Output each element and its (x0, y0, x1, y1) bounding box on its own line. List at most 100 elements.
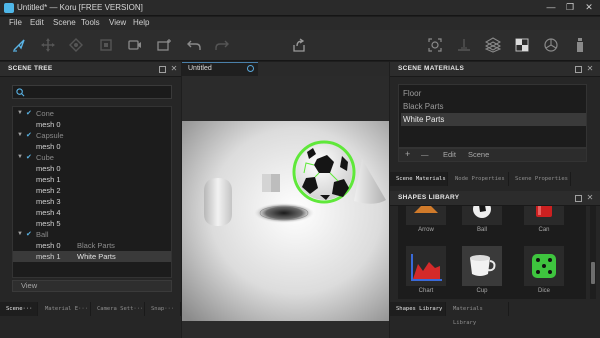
cup-thumbnail (462, 246, 502, 286)
tree-mesh[interactable]: mesh 3 (13, 196, 171, 207)
scene-materials-actions: + — Edit Scene (398, 148, 587, 162)
tree-node-ball[interactable]: ▼ ✔ Ball (13, 229, 171, 240)
menu-file[interactable]: File (9, 18, 22, 27)
float-panel-icon[interactable] (157, 64, 167, 74)
scale-icon[interactable] (98, 37, 114, 53)
tree-mesh[interactable]: mesh 1 (13, 174, 171, 185)
sphere-render-icon[interactable] (543, 37, 559, 53)
app-logo-icon (4, 3, 14, 13)
collapse-arrow-icon[interactable]: ▼ (17, 152, 23, 163)
close-panel-icon[interactable]: ✕ (169, 64, 179, 74)
collapse-arrow-icon[interactable]: ▼ (17, 229, 23, 240)
tab-camera-settings[interactable]: Camera Sett··· (91, 302, 145, 316)
scene-render (182, 121, 389, 321)
minimize-button[interactable]: — (543, 1, 559, 14)
tab-material-editor[interactable]: Material E··· (39, 302, 91, 316)
scene-tree-title: SCENE TREE (8, 65, 53, 72)
redo-icon[interactable] (214, 37, 230, 53)
add-camera-icon[interactable] (156, 37, 172, 53)
can-thumbnail (524, 206, 564, 225)
menu-scene[interactable]: Scene (53, 18, 76, 27)
view-button[interactable]: View (12, 280, 172, 292)
material-item-black-parts[interactable]: Black Parts (401, 100, 586, 113)
menu-bar: File Edit Scene Tools View Help (0, 17, 600, 30)
menu-view[interactable]: View (109, 18, 126, 27)
ball-thumbnail (462, 206, 502, 225)
scene-tree-header: SCENE TREE ✕ (0, 62, 181, 77)
bottle-icon[interactable] (572, 37, 588, 53)
arrow-thumbnail (406, 206, 446, 225)
visibility-check-icon[interactable]: ✔ (26, 130, 32, 141)
tree-mesh[interactable]: mesh 0 (13, 163, 171, 174)
select-arrow-icon[interactable] (11, 37, 27, 53)
materials-panel-tabs: Scene Materials Node Properties Scene Pr… (390, 172, 600, 186)
tab-scene[interactable]: Scene··· (0, 302, 38, 316)
edit-material-button[interactable]: Edit (443, 150, 456, 159)
tab-snap[interactable]: Snap··· (145, 302, 181, 316)
focus-icon[interactable] (427, 37, 443, 53)
tree-node-cube[interactable]: ▼ ✔ Cube (13, 152, 171, 163)
move-icon[interactable] (40, 37, 56, 53)
tree-mesh-selected[interactable]: mesh 1 White Parts (13, 251, 171, 262)
toolbar (0, 30, 600, 61)
left-panel-tabs: Scene··· Material E··· Camera Sett··· Sn… (0, 302, 181, 316)
share-icon[interactable] (291, 37, 307, 53)
tree-mesh[interactable]: mesh 2 (13, 185, 171, 196)
viewport-3d[interactable] (182, 76, 389, 338)
tab-materials-library[interactable]: Materials Library (447, 302, 509, 326)
chart-thumbnail (406, 246, 446, 286)
menu-edit[interactable]: Edit (30, 18, 44, 27)
viewport-tabbar: Untitled (182, 62, 389, 76)
tab-scene-materials[interactable]: Scene Materials (390, 172, 448, 186)
restore-button[interactable]: ❐ (562, 1, 578, 14)
tree-mesh[interactable]: mesh 0 (13, 119, 171, 130)
visibility-check-icon[interactable]: ✔ (26, 108, 32, 119)
material-item-floor[interactable]: Floor (401, 87, 586, 100)
scene-tree-search[interactable] (12, 85, 172, 99)
scene-materials-title: SCENE MATERIALS (398, 65, 465, 72)
tree-mesh[interactable]: mesh 4 (13, 207, 171, 218)
scrollbar-thumb[interactable] (591, 262, 595, 284)
checker-icon[interactable] (514, 37, 530, 53)
search-input[interactable] (27, 87, 167, 97)
rotate-icon[interactable] (68, 37, 84, 53)
add-material-button[interactable]: + (405, 149, 410, 159)
undo-icon[interactable] (186, 37, 202, 53)
search-icon (16, 88, 25, 97)
collapse-arrow-icon[interactable]: ▼ (17, 130, 23, 141)
menu-tools[interactable]: Tools (81, 18, 100, 27)
capsule-object (204, 178, 232, 226)
close-panel-icon[interactable]: ✕ (585, 64, 595, 74)
shapes-scrollbar[interactable] (590, 206, 596, 299)
cube-object (262, 174, 280, 192)
visibility-check-icon[interactable]: ✔ (26, 152, 32, 163)
viewport-options-icon[interactable] (247, 65, 254, 72)
close-button[interactable]: ✕ (581, 1, 597, 14)
float-panel-icon[interactable] (573, 64, 583, 74)
close-panel-icon[interactable]: ✕ (585, 193, 595, 203)
scene-material-button[interactable]: Scene (468, 150, 489, 159)
tab-shapes-library[interactable]: Shapes Library (390, 302, 446, 316)
remove-material-button[interactable]: — (421, 150, 429, 159)
title-bar: Untitled* — Koru [FREE VERSION] — ❐ ✕ (0, 0, 600, 16)
tab-scene-properties[interactable]: Scene Properties (509, 172, 571, 186)
ground-icon[interactable] (456, 37, 472, 53)
visibility-check-icon[interactable]: ✔ (26, 229, 32, 240)
shapes-library-header: SHAPES LIBRARY ✕ (390, 191, 600, 206)
tree-mesh[interactable]: mesh 5 (13, 218, 171, 229)
float-panel-icon[interactable] (573, 193, 583, 203)
collapse-arrow-icon[interactable]: ▼ (17, 108, 23, 119)
grid-layout-icon[interactable] (485, 37, 501, 53)
menu-help[interactable]: Help (133, 18, 149, 27)
dice-thumbnail (524, 246, 564, 286)
tree-node-capsule[interactable]: ▼ ✔ Capsule (13, 130, 171, 141)
scene-materials-header: SCENE MATERIALS ✕ (390, 62, 600, 77)
tree-mesh[interactable]: mesh 0 (13, 141, 171, 152)
tree-mesh[interactable]: mesh 0 Black Parts (13, 240, 171, 251)
tab-node-properties[interactable]: Node Properties (449, 172, 509, 186)
camera-icon[interactable] (127, 37, 143, 53)
scene-materials-list: Floor Black Parts White Parts (398, 84, 587, 148)
tree-node-cone[interactable]: ▼ ✔ Cone (13, 108, 171, 119)
material-item-white-parts[interactable]: White Parts (401, 113, 586, 126)
ball-object (292, 140, 356, 204)
